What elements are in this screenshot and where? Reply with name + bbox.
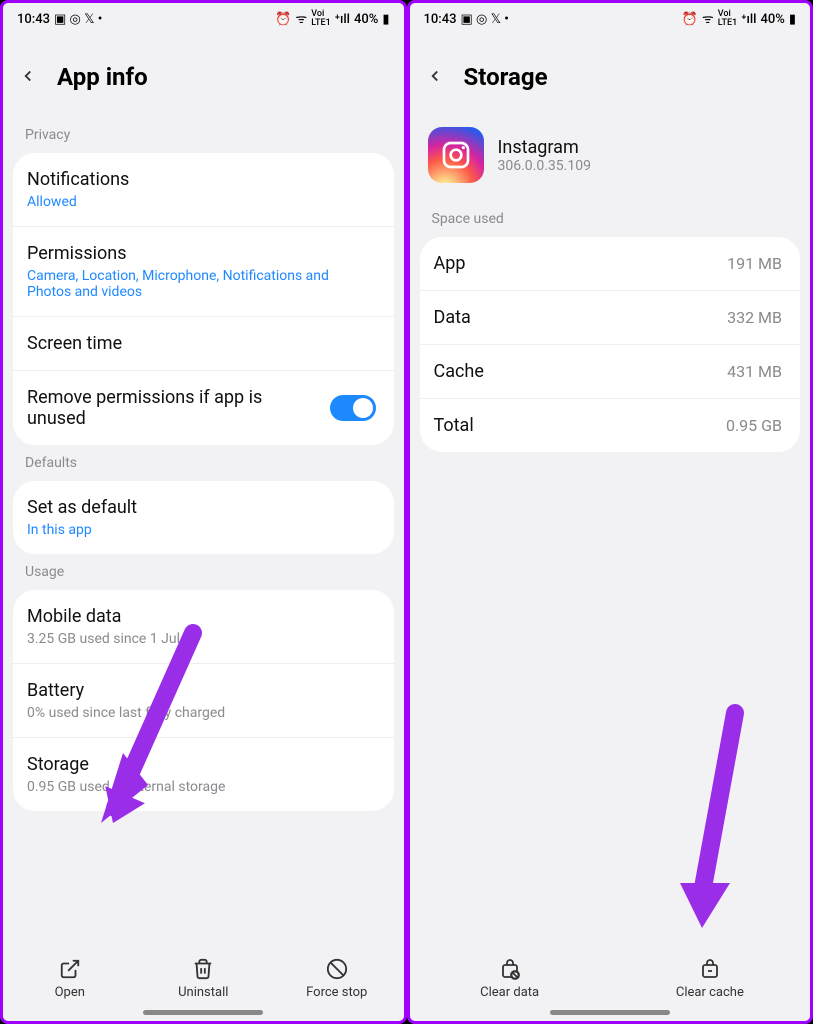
battery-label: 40%	[354, 13, 378, 26]
uninstall-button[interactable]: Uninstall	[137, 957, 271, 1000]
clear-data-icon	[498, 957, 522, 981]
home-indicator[interactable]	[143, 1010, 263, 1015]
section-spaceused: Space used	[410, 201, 811, 237]
volte-icon: VoiLTE1	[311, 10, 330, 28]
header: App info	[3, 31, 404, 117]
set-default-row[interactable]: Set as default In this app	[13, 481, 394, 554]
app-name: Instagram	[498, 137, 591, 158]
space-data-row: Data 332 MB	[420, 291, 801, 345]
status-bar: 10:43 ▣ ◎ 𝕏 • ⏰ ᯤ VoiLTE1 ⁺ıll 40% ▮	[3, 3, 404, 31]
remove-perms-row[interactable]: Remove permissions if app is unused	[13, 371, 394, 445]
remove-perms-toggle[interactable]	[330, 395, 376, 421]
action-bar: Open Uninstall Force stop	[3, 947, 404, 1006]
clear-data-button[interactable]: Clear data	[410, 957, 610, 1000]
open-button[interactable]: Open	[3, 957, 137, 1000]
space-total-row: Total 0.95 GB	[420, 399, 801, 452]
status-bar: 10:43 ▣ ◎ 𝕏 • ⏰ ᯤ VoiLTE1 ⁺ıll 40% ▮	[410, 3, 811, 31]
action-bar: Clear data Clear cache	[410, 947, 811, 1006]
status-time: 10:43	[424, 13, 457, 26]
forcestop-icon	[326, 957, 348, 981]
signal-icon: ⁺ıll	[741, 13, 756, 26]
storage-row[interactable]: Storage 0.95 GB used in Internal storage	[13, 738, 394, 811]
wifi-icon: ᯤ	[295, 13, 307, 26]
battery-icon: ▮	[789, 13, 796, 26]
page-title: Storage	[464, 63, 548, 91]
signal-icon: ⁺ıll	[335, 13, 350, 26]
back-button[interactable]	[13, 59, 43, 95]
home-indicator[interactable]	[550, 1010, 670, 1015]
clear-cache-icon	[698, 957, 722, 981]
section-privacy: Privacy	[3, 117, 404, 153]
alarm-icon: ⏰	[275, 13, 291, 26]
volte-icon: VoiLTE1	[718, 10, 737, 28]
clear-cache-button[interactable]: Clear cache	[610, 957, 810, 1000]
app-info-screen: 10:43 ▣ ◎ 𝕏 • ⏰ ᯤ VoiLTE1 ⁺ıll 40% ▮ App…	[0, 0, 407, 1024]
trash-icon	[192, 957, 214, 981]
header: Storage	[410, 31, 811, 117]
battery-row[interactable]: Battery 0% used since last fully charged	[13, 664, 394, 738]
app-version: 306.0.0.35.109	[498, 158, 591, 174]
space-app-row: App 191 MB	[420, 237, 801, 291]
status-left-icons: ▣ ◎ 𝕏 •	[460, 13, 508, 26]
wifi-icon: ᯤ	[702, 13, 714, 26]
notifications-row[interactable]: Notifications Allowed	[13, 153, 394, 227]
status-left-icons: ▣ ◎ 𝕏 •	[54, 13, 102, 26]
alarm-icon: ⏰	[682, 13, 698, 26]
instagram-icon	[428, 127, 484, 183]
space-cache-row: Cache 431 MB	[420, 345, 801, 399]
battery-icon: ▮	[382, 13, 389, 26]
mobiledata-row[interactable]: Mobile data 3.25 GB used since 1 Jul	[13, 590, 394, 664]
app-header: Instagram 306.0.0.35.109	[410, 117, 811, 201]
back-button[interactable]	[420, 59, 450, 95]
status-time: 10:43	[17, 13, 50, 26]
forcestop-button[interactable]: Force stop	[270, 957, 404, 1000]
open-icon	[59, 957, 81, 981]
section-defaults: Defaults	[3, 445, 404, 481]
section-usage: Usage	[3, 554, 404, 590]
battery-label: 40%	[760, 13, 784, 26]
screentime-row[interactable]: Screen time	[13, 317, 394, 371]
storage-screen: 10:43 ▣ ◎ 𝕏 • ⏰ ᯤ VoiLTE1 ⁺ıll 40% ▮ Sto…	[407, 0, 813, 1024]
permissions-row[interactable]: Permissions Camera, Location, Microphone…	[13, 227, 394, 317]
page-title: App info	[57, 63, 148, 91]
